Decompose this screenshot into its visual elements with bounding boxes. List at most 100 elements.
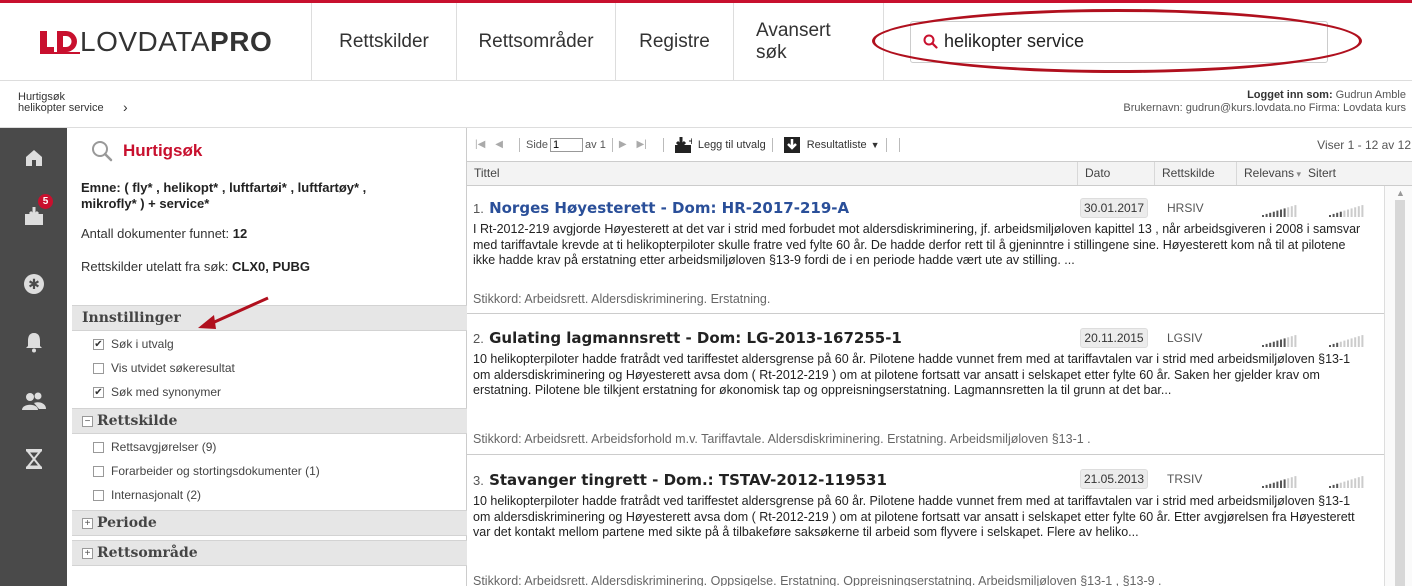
rail-inbox[interactable]: 5 — [0, 190, 67, 242]
rail-history[interactable] — [0, 433, 67, 485]
divider — [885, 137, 887, 152]
login-name: Gudrun Amble — [1335, 89, 1406, 101]
add-to-selection-button[interactable]: + Legg til utvalg — [674, 136, 766, 154]
citation-level — [1329, 205, 1364, 217]
col-rettskilde[interactable]: Rettskilde — [1154, 162, 1236, 185]
relevance-level — [1262, 205, 1297, 217]
result-title[interactable]: 1. Norges Høyesterett - Dom: HR-2017-219… — [473, 199, 849, 217]
level-bar — [1290, 477, 1293, 488]
col-relevans[interactable]: Relevans ▾ — [1236, 162, 1311, 185]
svg-text:✱: ✱ — [28, 277, 40, 293]
divider — [611, 137, 613, 152]
page-label: Side — [526, 138, 549, 151]
level-bar — [1339, 211, 1342, 217]
svg-text:+: + — [688, 137, 692, 147]
filter-forarbeider[interactable]: Forarbeider og stortingsdokumenter (1) — [93, 464, 320, 478]
results-scrollbar[interactable]: ▲ — [1384, 186, 1412, 586]
checkbox[interactable] — [93, 465, 104, 477]
filter-rettsavgjorelser[interactable]: Rettsavgjørelser (9) — [93, 440, 216, 454]
checkbox-checked[interactable]: ✔ — [93, 386, 104, 398]
section-rettsomrade[interactable]: + Rettsområde — [72, 540, 467, 566]
result-list-dropdown[interactable]: Resultatliste ▼ — [783, 136, 880, 154]
section-rettskilde[interactable]: − Rettskilde — [72, 408, 467, 434]
filter-internasjonalt[interactable]: Internasjonalt (2) — [93, 488, 201, 502]
section-periode[interactable]: + Periode — [72, 510, 467, 536]
search-query-summary: Emne: ( fly* , helikopt* , luftfartøi* ,… — [81, 180, 367, 211]
prev-page-icon[interactable]: ◀ — [495, 139, 503, 150]
checkbox[interactable] — [93, 441, 104, 453]
level-bar — [1287, 207, 1290, 217]
level-bar — [1339, 482, 1342, 488]
col-tittel[interactable]: Tittel — [467, 162, 1077, 185]
level-bar — [1276, 340, 1279, 347]
result-keywords: Stikkord: Arbeidsrett. Aldersdiskriminer… — [473, 574, 1162, 586]
result-date: 21.05.2013 — [1080, 469, 1148, 489]
excluded-sources: Rettskilder utelatt fra søk: CLX0, PUBG — [81, 259, 311, 274]
level-bar — [1354, 478, 1357, 488]
results-count: Viser 1 - 12 av 12 — [1317, 138, 1411, 152]
result-keywords: Stikkord: Arbeidsrett. Aldersdiskriminer… — [473, 292, 771, 306]
first-page-icon[interactable]: |◀ — [475, 139, 485, 150]
nav-avansert-sok[interactable]: Avansert søk — [733, 3, 883, 80]
option-sok-med-synonymer[interactable]: ✔ Søk med synonymer — [93, 385, 221, 399]
result-item: 2. Gulating lagmannsrett - Dom: LG-2013-… — [467, 315, 1384, 455]
login-details: Brukernavn: gudrun@kurs.lovdata.no Firma… — [1123, 102, 1406, 114]
search-filter-panel: Hurtigsøk Emne: ( fly* , helikopt* , luf… — [67, 128, 467, 586]
scroll-up-icon[interactable]: ▲ — [1396, 188, 1405, 198]
expand-icon: + — [82, 517, 93, 529]
result-item: 1. Norges Høyesterett - Dom: HR-2017-219… — [467, 186, 1384, 314]
last-page-icon[interactable]: ▶| — [637, 139, 647, 150]
result-summary: 10 helikopterpiloter hadde fratrådt ved … — [473, 352, 1351, 397]
chevron-right-icon[interactable]: › — [123, 99, 128, 115]
scroll-thumb[interactable] — [1395, 200, 1405, 586]
level-bar — [1276, 481, 1279, 488]
result-keywords: Stikkord: Arbeidsrett. Arbeidsforhold m.… — [473, 432, 1091, 446]
level-bar — [1343, 481, 1346, 488]
level-bar — [1272, 482, 1275, 488]
level-bar — [1283, 208, 1286, 217]
option-vis-utvidet[interactable]: Vis utvidet søkeresultat — [93, 361, 235, 375]
level-bar — [1269, 342, 1272, 347]
divider — [898, 137, 900, 152]
result-title[interactable]: 2. Gulating lagmannsrett - Dom: LG-2013-… — [473, 329, 902, 347]
rail-home[interactable] — [0, 132, 67, 184]
lovdata-logo[interactable]: LOVDATAPRO — [0, 3, 311, 80]
search-input[interactable] — [944, 31, 1324, 52]
page-input[interactable] — [550, 137, 584, 152]
caret-down-icon: ▼ — [870, 139, 880, 150]
col-sitert[interactable]: Sitert — [1301, 162, 1361, 185]
breadcrumb[interactable]: Hurtigsøk helikopter service — [18, 92, 104, 114]
rail-users[interactable] — [0, 375, 67, 427]
result-title[interactable]: 3. Stavanger tingrett - Dom.: TSTAV-2012… — [473, 471, 887, 489]
level-bar — [1265, 213, 1268, 217]
nav-rettsomrader[interactable]: Rettsområder — [456, 3, 615, 80]
level-bar — [1272, 341, 1275, 347]
page-count: av 1 — [585, 138, 606, 151]
divider — [662, 137, 664, 152]
level-bar — [1357, 336, 1360, 347]
nav-rettskilder[interactable]: Rettskilder — [311, 3, 456, 80]
nav-registre[interactable]: Registre — [615, 3, 733, 80]
option-sok-i-utvalg[interactable]: ✔ Søk i utvalg — [93, 337, 174, 351]
rail-favorites[interactable]: ✱ — [0, 258, 67, 310]
level-bar — [1354, 207, 1357, 217]
level-bar — [1262, 345, 1264, 347]
checkbox[interactable] — [93, 362, 104, 374]
result-source: TRSIV — [1167, 472, 1203, 486]
next-page-icon[interactable]: ▶ — [619, 139, 627, 150]
level-bar — [1287, 337, 1290, 347]
checkbox[interactable] — [93, 489, 104, 501]
level-bar — [1265, 484, 1268, 488]
checkbox-checked[interactable]: ✔ — [93, 338, 104, 350]
level-bar — [1361, 335, 1364, 347]
level-bar — [1272, 211, 1275, 217]
documents-found: Antall dokumenter funnet: 12 — [81, 226, 248, 241]
col-dato[interactable]: Dato — [1077, 162, 1154, 185]
level-bar — [1332, 213, 1335, 217]
rail-notifications[interactable] — [0, 316, 67, 368]
result-summary: 10 helikopterpiloter hadde fratrådt ved … — [473, 494, 1355, 539]
search-box[interactable] — [910, 20, 1328, 63]
citation-bars-icon — [1329, 476, 1364, 488]
star-badge-icon: ✱ — [23, 274, 44, 294]
level-bar — [1361, 205, 1364, 217]
